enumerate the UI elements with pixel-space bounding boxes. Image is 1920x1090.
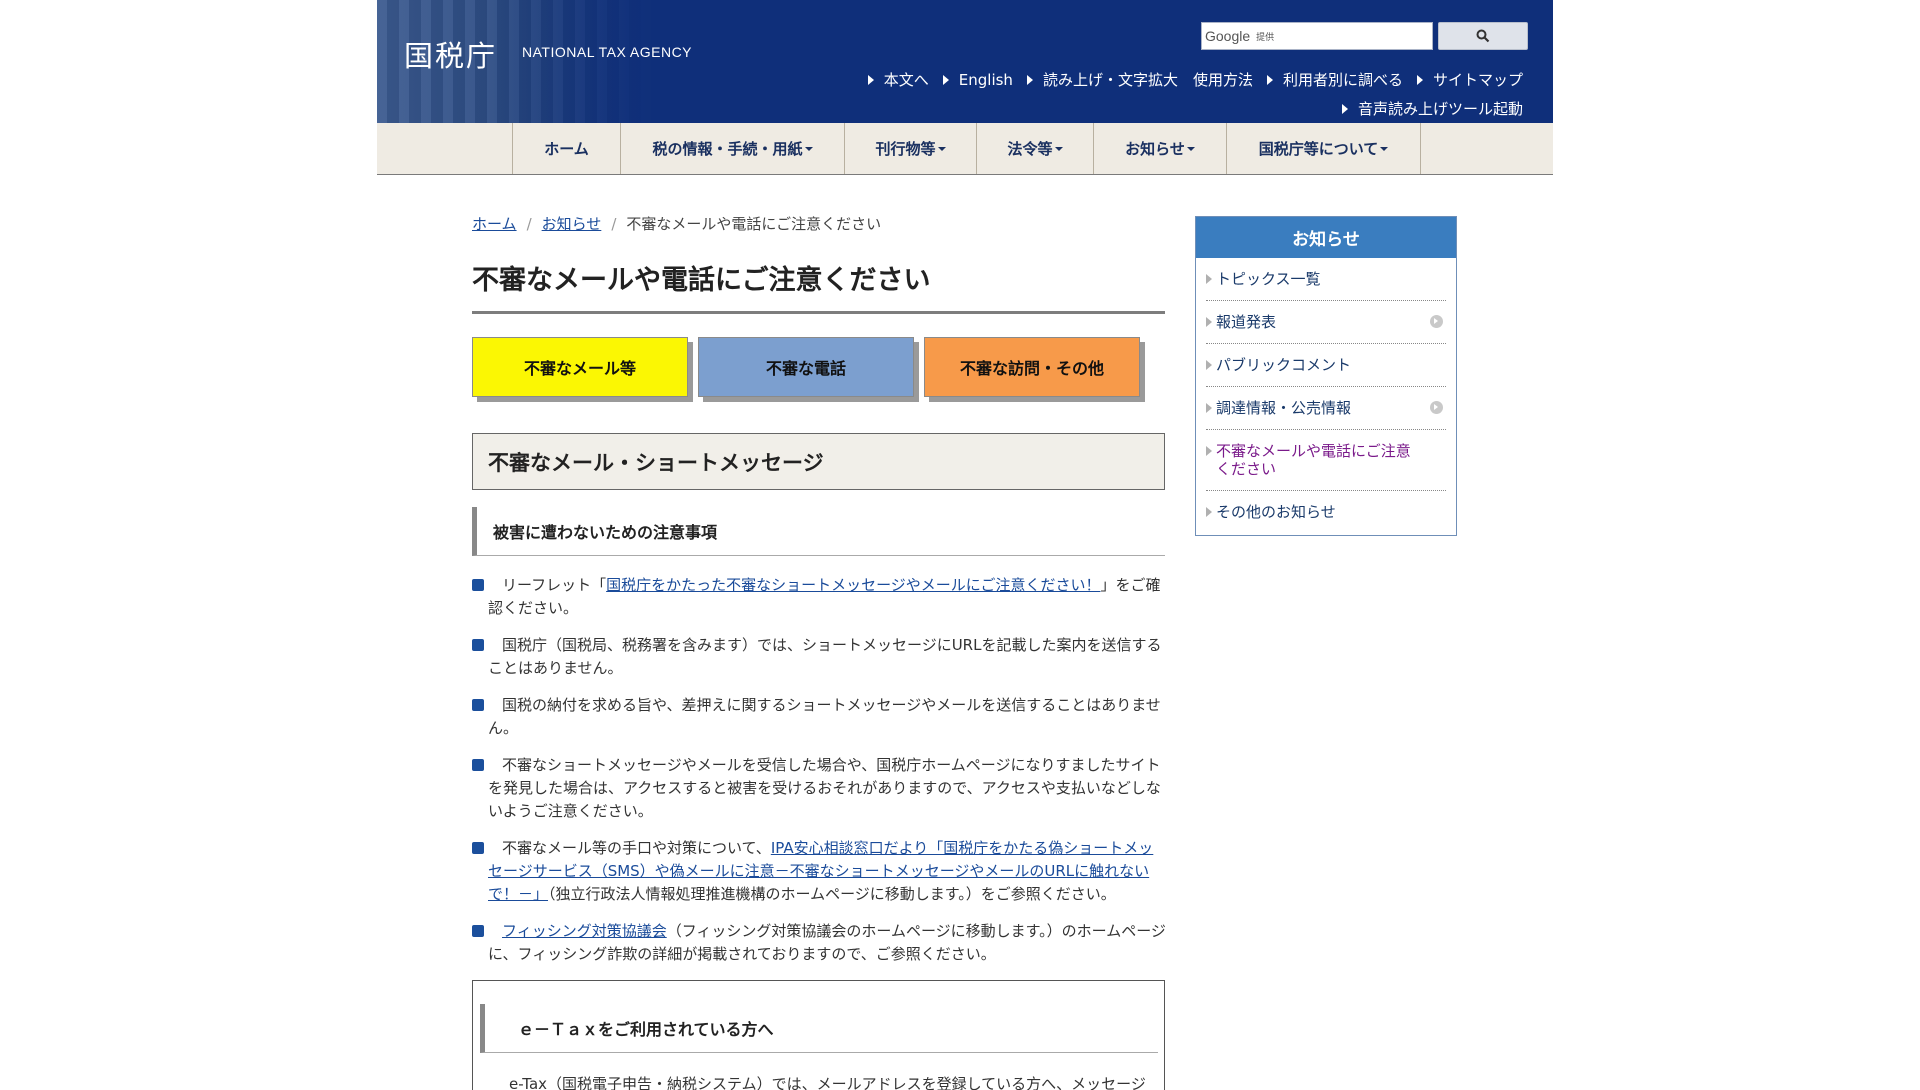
- list-item: 国税の納付を求める旨や、差押えに関するショートメッセージやメールを送信することは…: [472, 694, 1166, 740]
- header-utility-links-2: 音声読み上げツール起動: [1328, 98, 1523, 119]
- bullet-square-icon: [472, 699, 484, 711]
- caret-down-icon: [804, 146, 813, 151]
- header-utility-links: 本文へ English 読み上げ・文字拡大 使用方法 利用者別に調べる サイトマ…: [854, 69, 1523, 90]
- caret-down-icon: [937, 146, 946, 151]
- search-button[interactable]: [1438, 22, 1528, 50]
- triangle-right-icon: [1206, 446, 1212, 456]
- breadcrumb-separator: /: [526, 214, 532, 233]
- triangle-right-icon: [1266, 74, 1273, 85]
- search-icon: [1476, 29, 1490, 43]
- english-link[interactable]: English: [942, 69, 1013, 90]
- suspicious-visit-button[interactable]: 不審な訪問・その他: [924, 337, 1140, 397]
- gnav-laws[interactable]: 法令等: [977, 123, 1094, 174]
- voice-reader-launch-link[interactable]: 音声読み上げツール起動: [1341, 98, 1523, 119]
- bullet-square-icon: [472, 759, 484, 771]
- bullet-square-icon: [472, 579, 484, 591]
- gnav-about[interactable]: 国税庁等について: [1227, 123, 1421, 174]
- breadcrumb-notices[interactable]: お知らせ: [542, 213, 602, 234]
- list-item: 不審なメール等の手口や対策について、IPA安心相談窓口だより「国税庁をかたる偽シ…: [472, 837, 1166, 906]
- sitemap-link[interactable]: サイトマップ: [1416, 69, 1523, 90]
- gnav-publications[interactable]: 刊行物等: [845, 123, 977, 174]
- etax-box: ｅ－Ｔａｘをご利用されている方へ e-Tax（国税電子申告・納税システム）では、…: [472, 980, 1165, 1090]
- sidebar-item-suspicious[interactable]: 不審なメールや電話にご注意ください: [1206, 430, 1446, 491]
- triangle-right-icon: [1206, 507, 1212, 517]
- triangle-right-icon: [1206, 403, 1212, 413]
- sidebar-item-other[interactable]: その他のお知らせ: [1206, 491, 1446, 533]
- global-nav: ホーム 税の情報・手続・用紙 刊行物等 法令等 お知らせ 国税庁等について: [377, 123, 1553, 175]
- list-item: リーフレット「国税庁をかたった不審なショートメッセージやメールにご注意ください！…: [472, 574, 1166, 620]
- gnav-tax-info[interactable]: 税の情報・手続・用紙: [621, 123, 845, 174]
- site-logo-english: NATIONAL TAX AGENCY: [522, 44, 693, 60]
- etax-text: e-Tax（国税電子申告・納税システム）では、メールアドレスを登録している方へ、…: [509, 1075, 1146, 1090]
- gnav-notices[interactable]: お知らせ: [1094, 123, 1227, 174]
- search-by-user-link[interactable]: 利用者別に調べる: [1266, 69, 1403, 90]
- site-header: 国税庁 NATIONAL TAX AGENCY Google 提供 本文へ En…: [377, 0, 1553, 123]
- page-title: 不審なメールや電話にご注意ください: [472, 258, 1165, 314]
- sidebar-item-press[interactable]: 報道発表: [1206, 301, 1446, 344]
- triangle-right-icon: [1206, 360, 1212, 370]
- skip-to-content-link[interactable]: 本文へ: [867, 69, 929, 90]
- caret-down-icon: [1054, 146, 1063, 151]
- breadcrumb-separator: /: [611, 214, 617, 233]
- triangle-right-icon: [1341, 103, 1348, 114]
- triangle-right-icon: [942, 74, 949, 85]
- caret-down-icon: [1186, 146, 1195, 151]
- breadcrumb: ホーム / お知らせ / 不審なメールや電話にご注意ください: [472, 213, 881, 234]
- breadcrumb-home[interactable]: ホーム: [472, 213, 517, 234]
- list-item: 国税庁（国税局、税務署を含みます）では、ショートメッセージにURLを記載した案内…: [472, 634, 1166, 680]
- sidebar-item-topics[interactable]: トピックス一覧: [1206, 258, 1446, 301]
- notice-list: リーフレット「国税庁をかたった不審なショートメッセージやメールにご注意ください！…: [472, 574, 1166, 980]
- triangle-right-icon: [1026, 74, 1033, 85]
- triangle-right-icon: [1416, 74, 1423, 85]
- suspicious-email-button[interactable]: 不審なメール等: [472, 337, 688, 397]
- bullet-square-icon: [472, 925, 484, 937]
- caret-down-icon: [1380, 146, 1389, 151]
- google-brand-label: Google: [1205, 28, 1251, 44]
- sub-heading: 被害に遭わないための注意事項: [472, 507, 1165, 556]
- triangle-right-icon: [1206, 317, 1212, 327]
- sidebar-item-procurement[interactable]: 調達情報・公売情報: [1206, 387, 1446, 430]
- section-heading: 不審なメール・ショートメッセージ: [472, 433, 1165, 490]
- sidebar-item-public-comment[interactable]: パブリックコメント: [1206, 344, 1446, 387]
- sidebar: お知らせ トピックス一覧 報道発表 パブリックコメント 調達情報・公売情報 不審…: [1195, 216, 1457, 536]
- site-logo[interactable]: 国税庁: [404, 33, 497, 75]
- search-input[interactable]: Google 提供: [1201, 22, 1433, 50]
- leaflet-link[interactable]: 国税庁をかたった不審なショートメッセージやメールにご注意ください！: [606, 576, 1100, 594]
- expand-circle-icon[interactable]: [1430, 401, 1443, 414]
- phishing-council-link[interactable]: フィッシング対策協議会: [502, 922, 667, 940]
- bullet-square-icon: [472, 842, 484, 854]
- gnav-home[interactable]: ホーム: [513, 123, 621, 174]
- sidebar-title: お知らせ: [1196, 217, 1456, 258]
- list-item: フィッシング対策協議会（フィッシング対策協議会のホームページに移動します。）のホ…: [472, 920, 1166, 966]
- suspicious-phone-button[interactable]: 不審な電話: [698, 337, 914, 397]
- expand-circle-icon[interactable]: [1430, 315, 1443, 328]
- list-item: 不審なショートメッセージやメールを受信した場合や、国税庁ホームページになりすまし…: [472, 754, 1166, 823]
- search-provided-label: 提供: [1256, 32, 1275, 43]
- read-aloud-usage-link[interactable]: 読み上げ・文字拡大 使用方法: [1026, 69, 1253, 90]
- triangle-right-icon: [1206, 274, 1212, 284]
- triangle-right-icon: [867, 74, 874, 85]
- breadcrumb-current: 不審なメールや電話にご注意ください: [626, 215, 882, 233]
- etax-heading: ｅ－Ｔａｘをご利用されている方へ: [480, 1004, 1158, 1053]
- bullet-square-icon: [472, 639, 484, 651]
